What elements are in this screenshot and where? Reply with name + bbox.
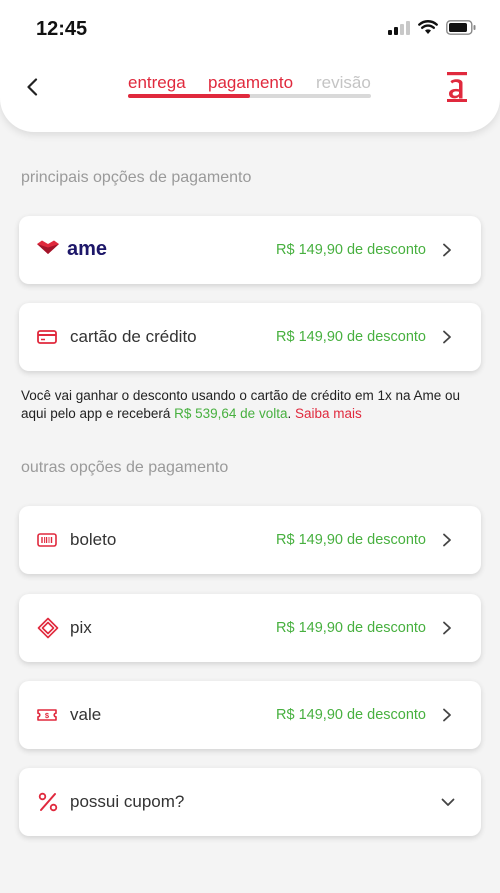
section-title-main: principais opções de pagamento: [21, 169, 252, 186]
cashback-info-sep: .: [287, 406, 295, 421]
status-time: 12:45: [36, 18, 88, 40]
option-label: boleto: [70, 530, 117, 549]
credit-card-icon: [37, 329, 57, 345]
option-label: cartão de crédito: [70, 327, 197, 346]
status-icons: [388, 20, 476, 35]
step-revisao[interactable]: revisão: [316, 73, 371, 93]
cashback-amount: R$ 539,64 de volta: [174, 406, 288, 421]
svg-text:ame: ame: [67, 239, 107, 260]
header: 12:45 entrega pagamento revisão: [0, 0, 500, 132]
discount-label: R$ 149,90 de desconto: [276, 532, 426, 548]
percent-icon: [37, 791, 59, 813]
payment-option-pix[interactable]: pix R$ 149,90 de desconto: [19, 594, 481, 662]
chevron-down-icon: [441, 798, 455, 806]
section-title-other: outras opções de pagamento: [21, 459, 229, 476]
chevron-right-icon: [443, 243, 451, 257]
chevron-right-icon: [443, 533, 451, 547]
svg-text:$: $: [45, 711, 50, 720]
chevron-right-icon: [443, 621, 451, 635]
voucher-icon: $: [37, 707, 57, 723]
americanas-logo[interactable]: [446, 72, 468, 102]
chevron-left-icon: [27, 78, 38, 96]
step-pagamento[interactable]: pagamento: [208, 73, 293, 93]
option-label: pix: [70, 618, 92, 637]
discount-label: R$ 149,90 de desconto: [276, 329, 426, 345]
pix-icon: [37, 617, 59, 639]
back-button[interactable]: [18, 72, 46, 102]
payment-option-credit-card[interactable]: cartão de crédito R$ 149,90 de desconto: [19, 303, 481, 371]
coupon-label: possui cupom?: [70, 792, 185, 811]
barcode-icon: [37, 532, 57, 548]
wifi-icon: [418, 20, 438, 34]
payment-option-vale[interactable]: $ vale R$ 149,90 de desconto: [19, 681, 481, 749]
chevron-right-icon: [443, 708, 451, 722]
coupon-dropdown[interactable]: possui cupom?: [19, 768, 481, 836]
payment-option-ame[interactable]: ame R$ 149,90 de desconto: [19, 216, 481, 284]
ame-heart-logo-icon: ame: [37, 239, 117, 261]
discount-label: R$ 149,90 de desconto: [276, 707, 426, 723]
discount-label: R$ 149,90 de desconto: [276, 620, 426, 636]
step-progress-track: [128, 94, 371, 98]
step-progress-fill: [128, 94, 250, 98]
step-entrega[interactable]: entrega: [128, 73, 186, 93]
discount-label: R$ 149,90 de desconto: [276, 242, 426, 258]
chevron-right-icon: [443, 330, 451, 344]
cashback-info: Você vai ganhar o desconto usando o cart…: [21, 387, 483, 423]
checkout-steps: entrega pagamento revisão: [128, 73, 373, 105]
signal-icon: [388, 20, 410, 35]
option-label: vale: [70, 705, 102, 724]
saiba-mais-link[interactable]: Saiba mais: [295, 406, 362, 421]
payment-option-boleto[interactable]: boleto R$ 149,90 de desconto: [19, 506, 481, 574]
battery-icon: [446, 20, 476, 35]
